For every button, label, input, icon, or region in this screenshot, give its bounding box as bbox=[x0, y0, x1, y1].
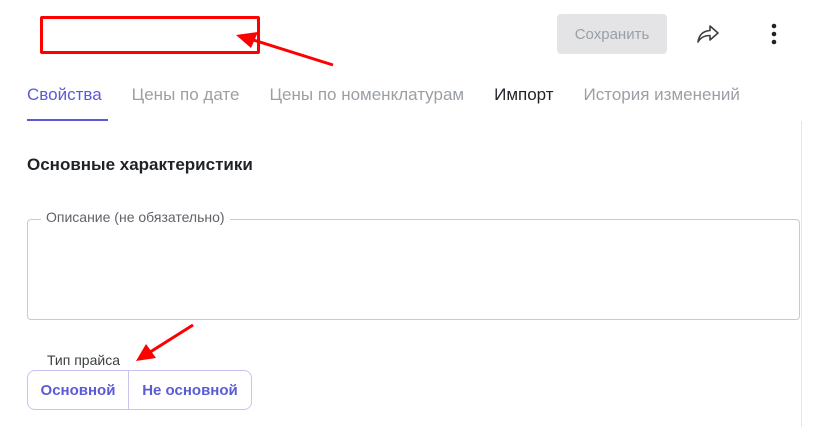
save-button[interactable]: Сохранить bbox=[557, 14, 667, 54]
tab-prices-by-items[interactable]: Цены по номенклатурам bbox=[269, 83, 464, 121]
share-button[interactable] bbox=[692, 20, 724, 48]
section-title: Основные характеристики bbox=[27, 155, 253, 174]
price-type-label: Тип прайса bbox=[47, 352, 120, 368]
share-arrow-icon bbox=[697, 25, 719, 43]
annotation-arrow-price-type bbox=[146, 323, 194, 356]
price-type-toggle: Основной Не основной bbox=[27, 370, 252, 410]
description-label: Описание (не обязательно) bbox=[41, 209, 230, 225]
tabs-bar: Свойства Цены по дате Цены по номенклату… bbox=[27, 83, 770, 121]
price-type-main-button[interactable]: Основной bbox=[27, 370, 129, 410]
more-vertical-icon bbox=[771, 23, 777, 45]
description-field[interactable] bbox=[27, 219, 800, 320]
tab-prices-by-date[interactable]: Цены по дате bbox=[132, 83, 240, 121]
more-button[interactable] bbox=[760, 20, 788, 48]
price-type-secondary-button[interactable]: Не основной bbox=[129, 370, 252, 410]
annotation-arrowhead-price-type bbox=[136, 344, 156, 361]
tab-properties[interactable]: Свойства bbox=[27, 83, 108, 121]
tab-import[interactable]: Импорт bbox=[494, 83, 553, 121]
title-input[interactable] bbox=[40, 16, 260, 54]
panel-divider bbox=[801, 121, 802, 427]
tab-history[interactable]: История изменений bbox=[584, 83, 740, 121]
